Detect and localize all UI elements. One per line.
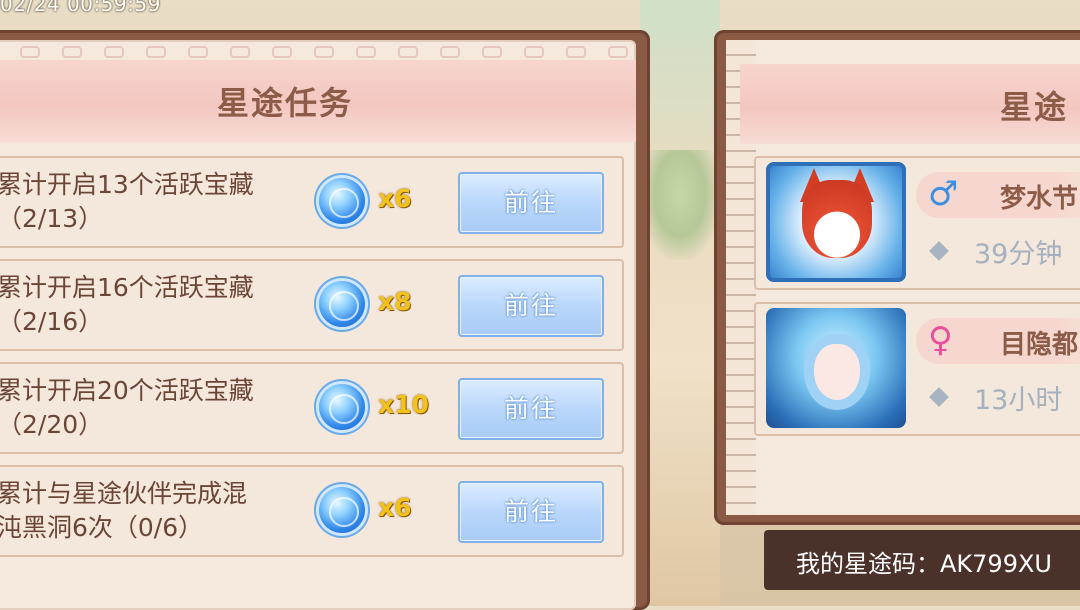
name-banner: ♂ 梦水节: [916, 172, 1080, 218]
task-description: 累计开启20个活跃宝藏 （2/20）: [0, 376, 254, 439]
binding-rings: [20, 46, 628, 58]
partner-name: 目隐都: [1000, 330, 1079, 360]
task-description: 累计开启13个活跃宝藏 （2/13）: [0, 170, 254, 233]
name-banner: ♀ 目隐都: [916, 318, 1080, 364]
reward-quantity: x10: [378, 390, 429, 419]
go-button[interactable]: 前往: [458, 172, 604, 234]
go-button[interactable]: 前往: [458, 378, 604, 440]
female-icon: ♀: [928, 320, 953, 360]
girl-avatar[interactable]: [766, 308, 906, 428]
online-time: 39分钟: [974, 239, 1063, 270]
star-code-bar: 我的星途码：AK799XU: [764, 530, 1080, 590]
status-timestamp: 02/24 00:59:59: [0, 0, 161, 16]
partner-card[interactable]: ♀ 目隐都 13小时: [754, 302, 1080, 436]
partner-panel-title: 星途: [1000, 88, 1069, 126]
male-icon: ♂: [928, 174, 959, 214]
reward-quantity: x6: [378, 493, 412, 522]
online-time: 13小时: [974, 385, 1063, 416]
background-foliage: [640, 150, 720, 260]
blue-gem-icon: [319, 178, 365, 224]
partner-card[interactable]: ♂ 梦水节 39分钟: [754, 156, 1080, 290]
star-code-text: 我的星途码：AK799XU: [796, 550, 1052, 578]
background-scenery: [640, 0, 720, 606]
task-row: 累计开启13个活跃宝藏 （2/13） x6 前往: [0, 156, 624, 248]
reward-quantity: x8: [378, 287, 412, 316]
task-description: 累计开启16个活跃宝藏 （2/16）: [0, 273, 254, 336]
diamond-icon: [929, 387, 949, 407]
blue-gem-icon: [319, 487, 365, 533]
blue-gem-icon: [319, 281, 365, 327]
task-row: 累计开启16个活跃宝藏 （2/16） x8 前往: [0, 259, 624, 351]
go-button[interactable]: 前往: [458, 481, 604, 543]
reward-quantity: x6: [378, 184, 412, 213]
go-button[interactable]: 前往: [458, 275, 604, 337]
task-description: 累计与星途伙伴完成混 沌黑洞6次（0/6）: [0, 479, 248, 542]
task-row: 累计开启20个活跃宝藏 （2/20） x10 前往: [0, 362, 624, 454]
task-row: 累计与星途伙伴完成混 沌黑洞6次（0/6） x6 前往: [0, 465, 624, 557]
blue-gem-icon: [319, 384, 365, 430]
fox-avatar[interactable]: [766, 162, 906, 282]
task-panel-title: 星途任务: [216, 84, 353, 122]
partner-name: 梦水节: [1000, 184, 1079, 214]
diamond-icon: [929, 241, 949, 261]
